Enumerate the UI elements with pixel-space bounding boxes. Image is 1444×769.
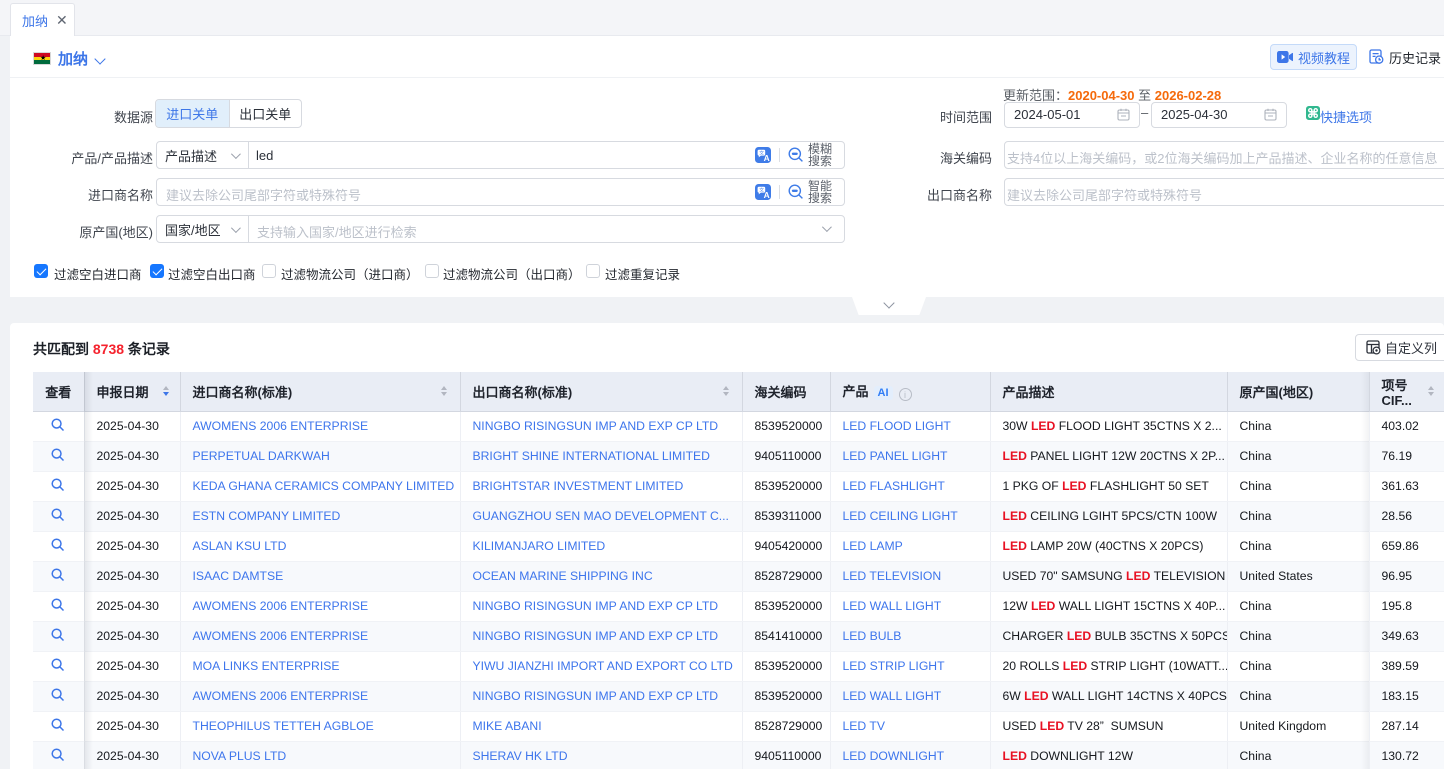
svg-text:A: A <box>764 153 770 163</box>
svg-text:A: A <box>764 190 770 200</box>
